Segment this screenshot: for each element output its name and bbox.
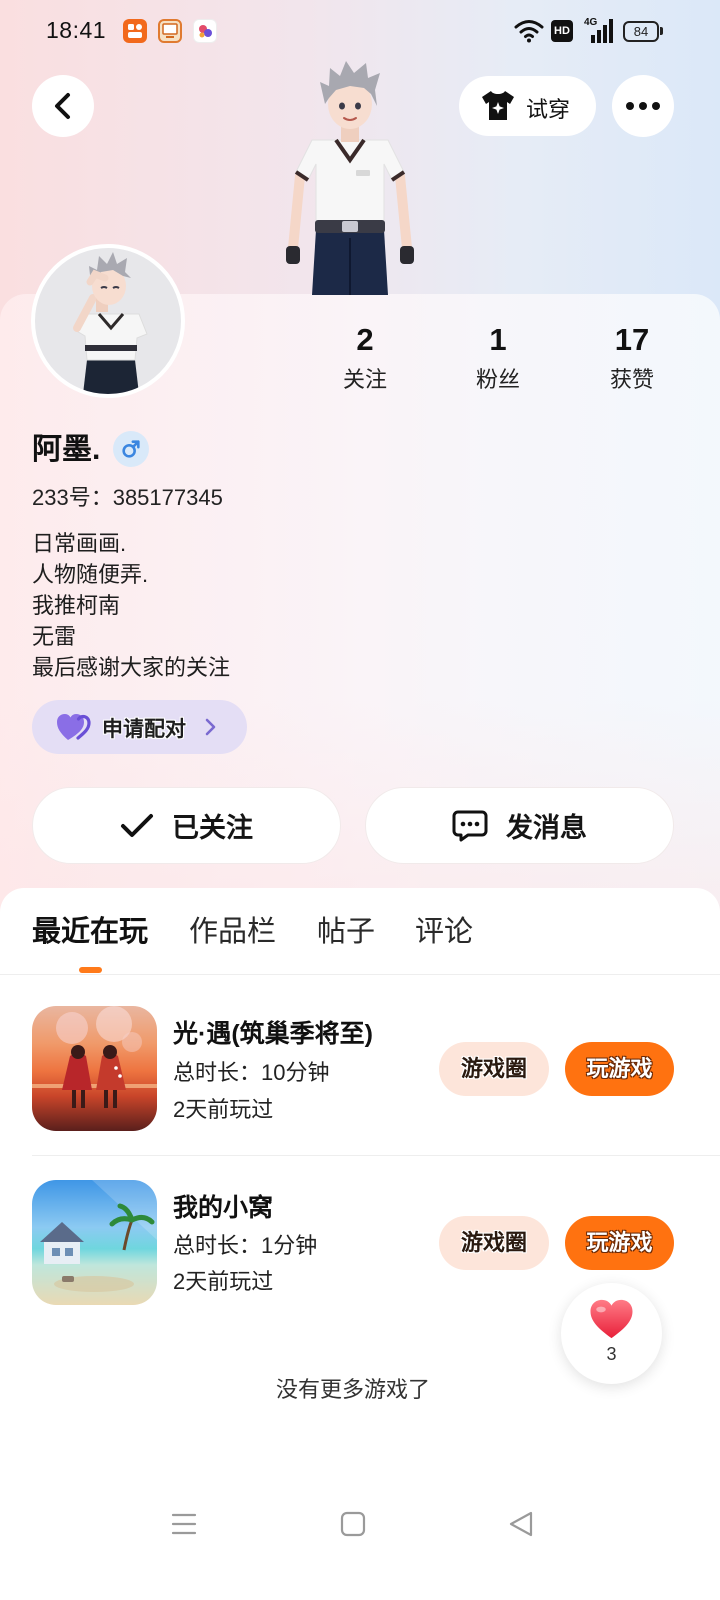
male-icon bbox=[122, 440, 140, 458]
following-button[interactable]: 已关注 bbox=[32, 787, 341, 864]
stat-value: 17 bbox=[614, 322, 650, 357]
chevron-left-icon bbox=[55, 93, 70, 119]
bio-line: 最后感谢大家的关注 bbox=[32, 655, 231, 680]
wifi-icon bbox=[514, 18, 544, 44]
bio: 日常画画. 人物随便弄. 我推柯南 无雷 最后感谢大家的关注 bbox=[32, 528, 230, 683]
row-divider bbox=[32, 1155, 720, 1156]
game-circle-button[interactable]: 游戏圈 bbox=[439, 1042, 549, 1096]
chat-icon bbox=[452, 810, 488, 841]
tab-posts[interactable]: 帖子 bbox=[317, 912, 375, 952]
avatar-3d-figure[interactable] bbox=[280, 60, 420, 295]
stat-following[interactable]: 2 关注 bbox=[310, 322, 420, 395]
triangle-back-icon bbox=[509, 1511, 533, 1537]
like-count: 3 bbox=[606, 1344, 617, 1364]
game-last-played: 2天前玩过 bbox=[173, 1097, 274, 1122]
heart-icon bbox=[590, 1299, 633, 1339]
back-nav-button[interactable] bbox=[507, 1510, 535, 1543]
bio-line: 无雷 bbox=[32, 624, 77, 649]
bio-line: 我推柯南 bbox=[32, 593, 121, 618]
play-game-button[interactable]: 玩游戏 bbox=[565, 1042, 674, 1096]
send-message-label: 发消息 bbox=[506, 813, 587, 843]
double-heart-icon bbox=[57, 714, 91, 740]
more-dots-icon bbox=[626, 102, 660, 110]
status-time: 18:41 bbox=[46, 17, 107, 43]
avatar[interactable] bbox=[31, 244, 185, 398]
network-type: 4G bbox=[584, 17, 598, 28]
send-message-button[interactable]: 发消息 bbox=[365, 787, 674, 864]
game-duration: 总时长：1分钟 bbox=[173, 1233, 318, 1258]
game-title[interactable]: 我的小窝 bbox=[173, 1192, 273, 1224]
tab-recently-played[interactable]: 最近在玩 bbox=[32, 912, 148, 952]
check-icon bbox=[121, 813, 153, 837]
bio-line: 人物随便弄. bbox=[32, 562, 149, 587]
home-nav-button[interactable] bbox=[339, 1510, 367, 1543]
hamburger-icon bbox=[171, 1513, 197, 1535]
stat-label: 粉丝 bbox=[475, 367, 520, 392]
game-title[interactable]: 光·遇(筑巢季将至) bbox=[173, 1018, 373, 1050]
tab-works[interactable]: 作品栏 bbox=[189, 912, 276, 952]
game-icon[interactable] bbox=[32, 1180, 157, 1305]
user-name: 阿墨. bbox=[32, 433, 101, 466]
tab-comments[interactable]: 评论 bbox=[415, 912, 473, 952]
back-button[interactable] bbox=[32, 75, 94, 137]
battery-icon: 84 bbox=[623, 21, 659, 42]
more-button[interactable] bbox=[612, 75, 674, 137]
stat-value: 1 bbox=[489, 322, 507, 357]
like-button[interactable]: 3 bbox=[561, 1283, 662, 1384]
233-app-icon bbox=[123, 19, 147, 43]
shirt-icon bbox=[482, 91, 514, 120]
male-badge bbox=[113, 431, 149, 467]
apply-pair-button[interactable]: 申请配对 bbox=[32, 700, 247, 754]
hd-badge: HD bbox=[551, 20, 573, 42]
reader-app-icon bbox=[158, 19, 182, 43]
chevron-right-icon bbox=[205, 718, 216, 736]
no-more-games-text: 没有更多游戏了 bbox=[275, 1377, 430, 1402]
game-duration: 总时长：10分钟 bbox=[173, 1060, 330, 1085]
tab-divider bbox=[0, 974, 720, 975]
user-id: 233号：385177345 bbox=[32, 485, 223, 510]
battery-tip bbox=[660, 27, 663, 35]
game-icon[interactable] bbox=[32, 1006, 157, 1131]
stat-label: 关注 bbox=[342, 367, 387, 392]
square-icon bbox=[340, 1511, 366, 1537]
play-game-button[interactable]: 玩游戏 bbox=[565, 1216, 674, 1270]
game-last-played: 2天前玩过 bbox=[173, 1269, 274, 1294]
bio-line: 日常画画. bbox=[32, 531, 127, 556]
following-label: 已关注 bbox=[172, 813, 253, 843]
apply-pair-label: 申请配对 bbox=[102, 718, 186, 741]
game-app-icon bbox=[193, 19, 217, 43]
stat-value: 2 bbox=[356, 322, 374, 357]
game-circle-button[interactable]: 游戏圈 bbox=[439, 1216, 549, 1270]
try-on-label: 试穿 bbox=[526, 97, 571, 122]
stat-fans[interactable]: 1 粉丝 bbox=[443, 322, 553, 395]
try-on-button[interactable]: 试穿 bbox=[459, 76, 596, 136]
stat-label: 获赞 bbox=[609, 367, 654, 392]
stat-likes[interactable]: 17 获赞 bbox=[577, 322, 687, 395]
menu-nav-button[interactable] bbox=[170, 1510, 198, 1543]
active-tab-indicator bbox=[79, 967, 102, 973]
